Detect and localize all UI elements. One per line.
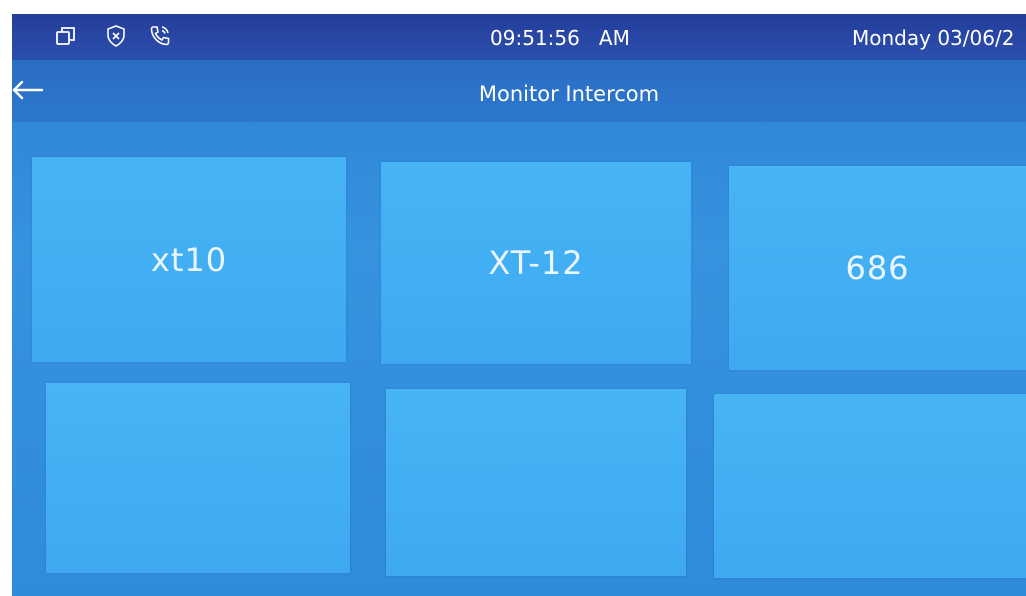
tile-label: 686 <box>845 249 910 287</box>
windows-icon <box>54 24 78 48</box>
intercom-tile-empty-2[interactable] <box>386 389 686 576</box>
intercom-tile-empty-3[interactable] <box>714 394 1026 578</box>
tile-label: XT-12 <box>488 244 584 282</box>
intercom-screen: 09:51:56 AM Monday 03/06/2 Monitor Inter… <box>12 14 1026 596</box>
page-title: Monitor Intercom <box>478 82 660 106</box>
status-bar: 09:51:56 AM Monday 03/06/2 <box>12 14 1026 60</box>
status-time: 09:51:56 AM <box>490 26 630 50</box>
intercom-tile-xt-12[interactable]: XT-12 <box>381 162 691 364</box>
intercom-tile-xt10[interactable]: xt10 <box>32 157 346 362</box>
tile-label: xt10 <box>150 240 228 279</box>
title-bar: Monitor Intercom <box>12 60 1026 122</box>
intercom-tile-686[interactable]: 686 <box>729 166 1026 370</box>
status-date: Monday 03/06/2 <box>852 26 1015 50</box>
intercom-tile-empty-1[interactable] <box>46 383 350 573</box>
phone-icon <box>148 24 172 48</box>
shield-x-icon <box>104 24 128 48</box>
